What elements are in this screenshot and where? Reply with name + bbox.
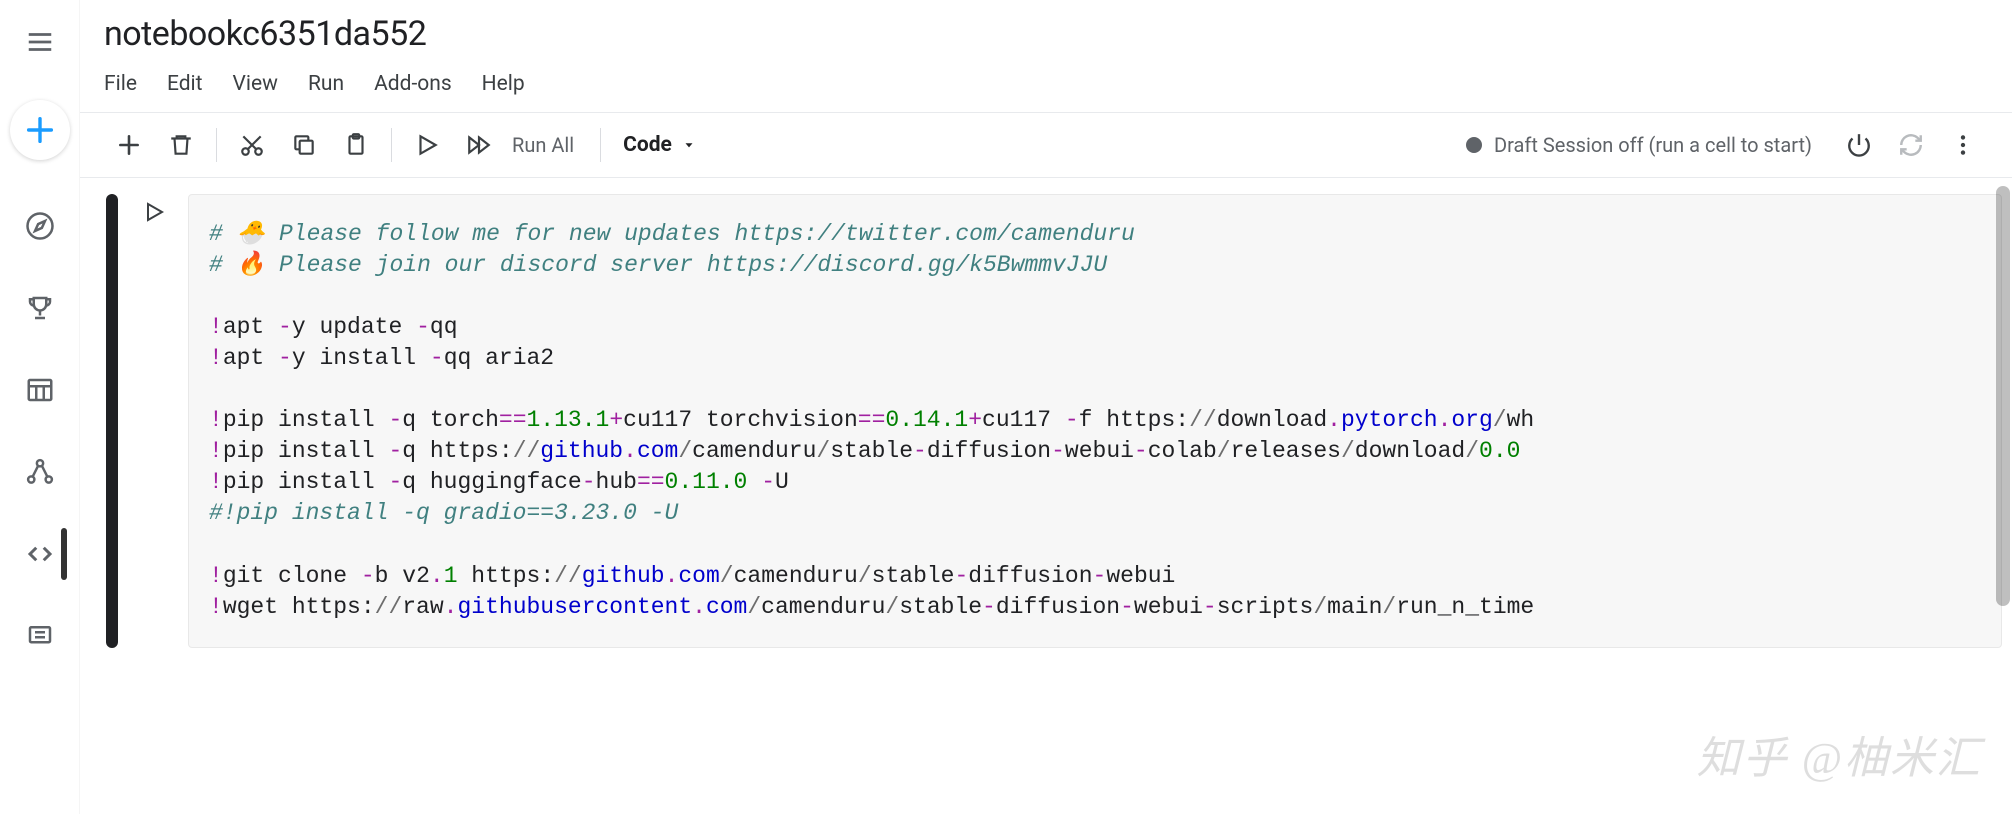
main-area: notebookc6351da552 File Edit View Run Ad… — [80, 0, 2012, 814]
cell-type-label: Code — [623, 133, 672, 157]
separator — [600, 128, 601, 162]
create-new-button[interactable] — [10, 100, 70, 160]
cut-button[interactable] — [227, 123, 277, 167]
trophy-icon[interactable] — [16, 284, 64, 332]
separator — [216, 128, 217, 162]
cell-type-dropdown[interactable]: Code — [623, 133, 696, 157]
menu-run[interactable]: Run — [308, 72, 344, 96]
separator — [391, 128, 392, 162]
status-dot-icon — [1466, 137, 1482, 153]
code-icon[interactable] — [16, 530, 64, 578]
toolbar: Run All Code Draft Session off (run a ce… — [80, 112, 2012, 178]
menubar: File Edit View Run Add-ons Help — [104, 54, 1988, 112]
power-button[interactable] — [1834, 123, 1884, 167]
fast-forward-button[interactable] — [454, 123, 504, 167]
paste-button[interactable] — [331, 123, 381, 167]
compass-icon[interactable] — [16, 202, 64, 250]
refresh-button[interactable] — [1886, 123, 1936, 167]
code-cell[interactable]: # 🐣 Please follow me for new updates htt… — [188, 194, 2002, 648]
chevron-down-icon — [682, 138, 696, 152]
header: notebookc6351da552 File Edit View Run Ad… — [80, 0, 2012, 112]
scrollbar-thumb[interactable] — [1996, 186, 2010, 606]
run-all-button[interactable]: Run All — [512, 133, 574, 157]
menu-view[interactable]: View — [233, 72, 278, 96]
menu-edit[interactable]: Edit — [167, 72, 203, 96]
run-cell-gutter-button[interactable] — [142, 194, 188, 648]
left-sidebar — [0, 0, 80, 814]
hamburger-menu-button[interactable] — [16, 18, 64, 66]
delete-cell-button[interactable] — [156, 123, 206, 167]
code-cell-wrap: # 🐣 Please follow me for new updates htt… — [80, 178, 2012, 648]
editor-scroll-area[interactable]: # 🐣 Please follow me for new updates htt… — [80, 178, 2012, 814]
copy-button[interactable] — [279, 123, 329, 167]
menu-addons[interactable]: Add-ons — [374, 72, 452, 96]
menu-file[interactable]: File — [104, 72, 137, 96]
session-status-text: Draft Session off (run a cell to start) — [1494, 133, 1812, 157]
data-icon[interactable] — [16, 366, 64, 414]
discussions-icon[interactable] — [16, 612, 64, 660]
cell-active-indicator — [106, 194, 118, 648]
active-indicator — [61, 528, 67, 580]
more-options-button[interactable] — [1938, 123, 1988, 167]
notebook-title[interactable]: notebookc6351da552 — [104, 14, 1988, 54]
session-status[interactable]: Draft Session off (run a cell to start) — [1466, 133, 1812, 157]
models-icon[interactable] — [16, 448, 64, 496]
run-cell-button[interactable] — [402, 123, 452, 167]
add-cell-button[interactable] — [104, 123, 154, 167]
menu-help[interactable]: Help — [482, 72, 525, 96]
